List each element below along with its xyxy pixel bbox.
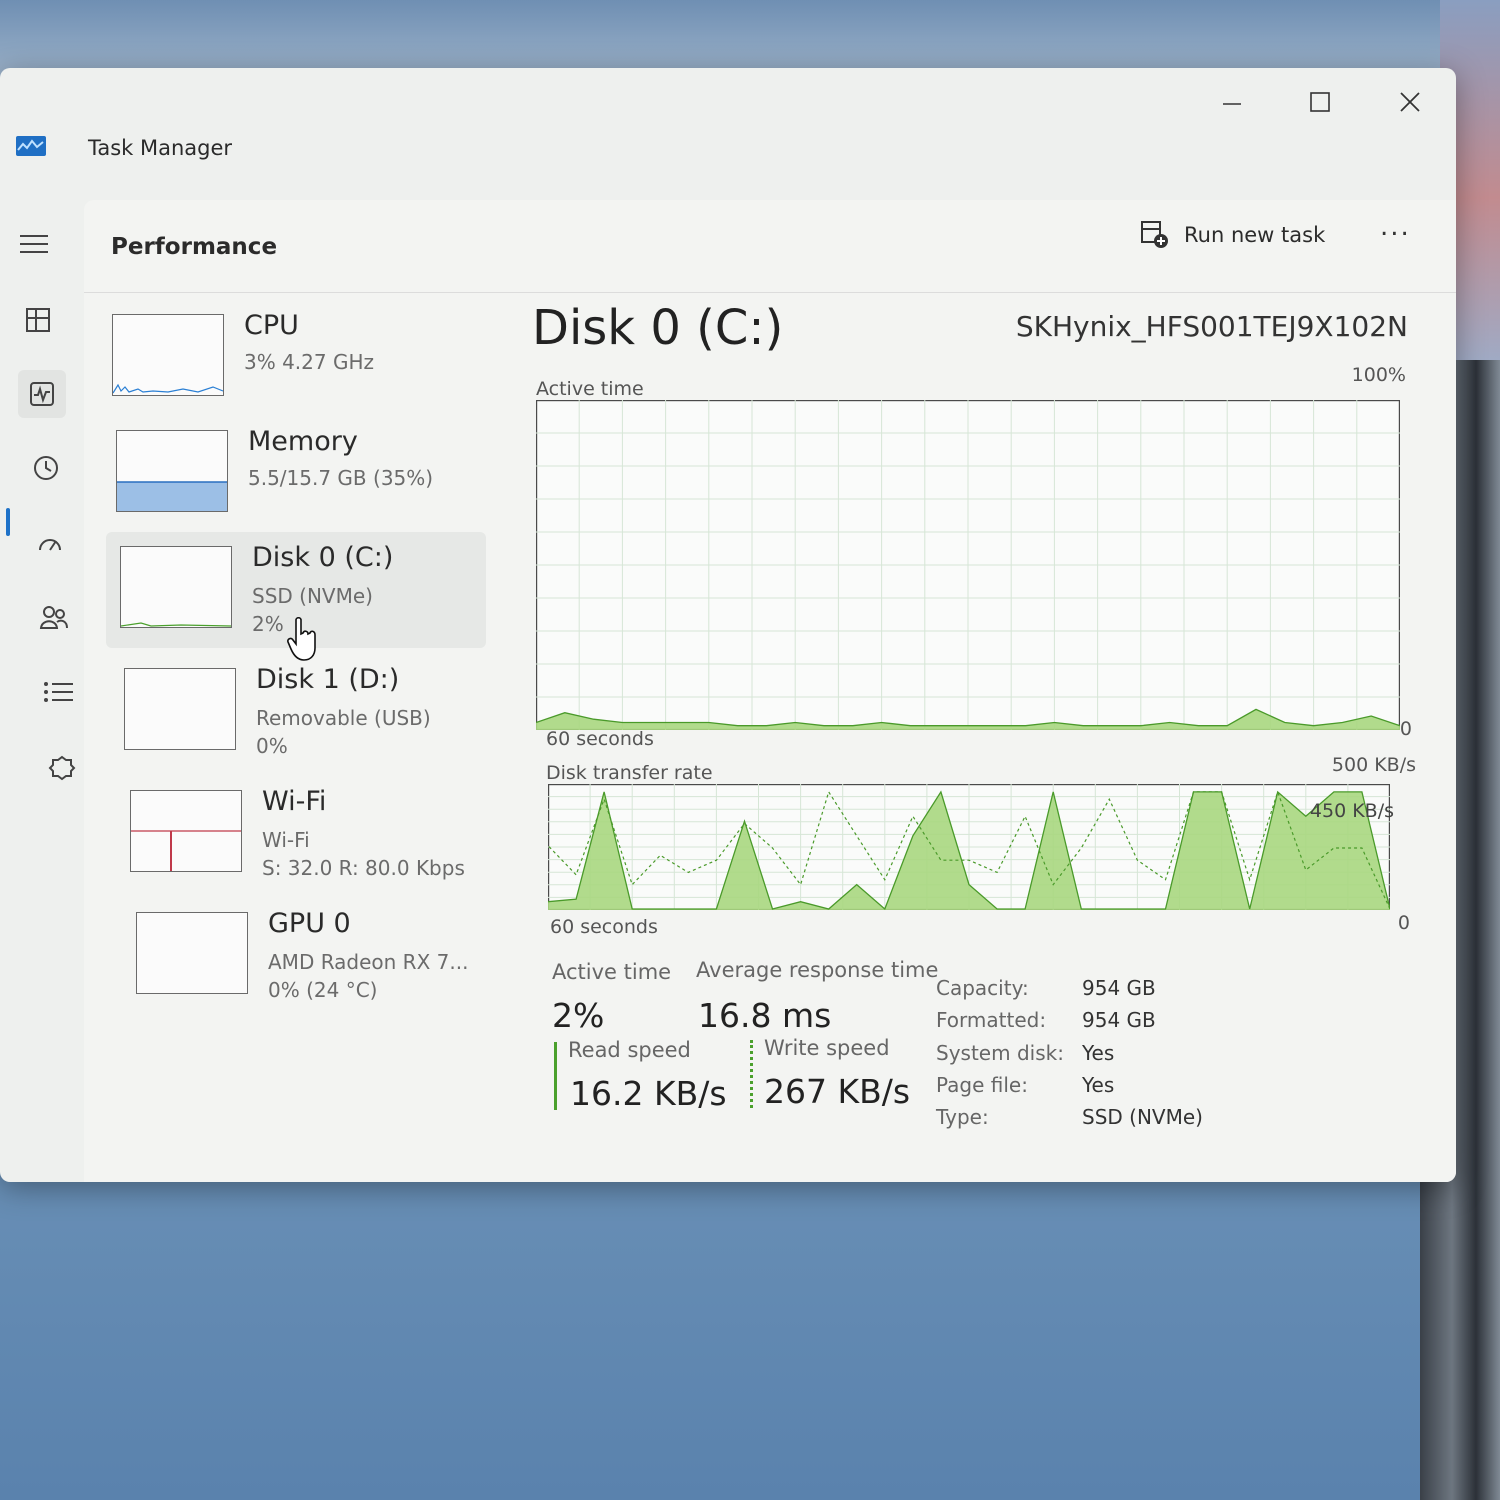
device-name: Disk 1 (D:) xyxy=(256,664,400,695)
device-detail: AMD Radeon RX 7... xyxy=(268,950,469,974)
formatted-value: 954 GB xyxy=(1082,1008,1156,1032)
capacity-label: Capacity: xyxy=(936,976,1029,1000)
transfer-rate-zero-label: 0 xyxy=(1397,912,1410,934)
page-file-label: Page file: xyxy=(936,1073,1028,1097)
gpu-mini-graph xyxy=(136,912,248,994)
device-gpu-0[interactable]: GPU 0 AMD Radeon RX 7... 0% (24 °C) xyxy=(122,898,502,1014)
formatted-label: Formatted: xyxy=(936,1008,1047,1032)
read-speed-value: 16.2 KB/s xyxy=(570,1074,727,1113)
transfer-rate-chart-label: Disk transfer rate xyxy=(546,762,713,784)
device-name: GPU 0 xyxy=(268,908,351,939)
system-disk-label: System disk: xyxy=(936,1041,1064,1065)
active-time-chart xyxy=(536,400,1400,730)
device-name: Wi-Fi xyxy=(262,786,327,817)
active-nav-indicator xyxy=(6,508,10,536)
close-icon xyxy=(1400,92,1420,112)
avg-response-value: 16.8 ms xyxy=(698,996,832,1035)
wifi-mini-graph xyxy=(130,790,242,872)
device-wifi[interactable]: Wi-Fi Wi-Fi S: 32.0 R: 80.0 Kbps xyxy=(116,776,496,892)
history-icon xyxy=(34,456,58,480)
device-name: CPU xyxy=(244,310,299,341)
device-usage: 0% xyxy=(256,734,288,758)
device-detail: Removable (USB) xyxy=(256,706,431,730)
device-usage: 2% xyxy=(252,612,284,636)
more-options-button[interactable]: ... xyxy=(1380,212,1411,242)
capacity-value: 954 GB xyxy=(1082,976,1156,1000)
maximize-icon xyxy=(1310,92,1330,112)
disk-0-mini-graph xyxy=(120,546,232,628)
main-content: Performance Run new task ... CPU 3% 4.27… xyxy=(84,200,1456,1182)
task-manager-window: Task Manager Performance Run new task ..… xyxy=(0,68,1456,1182)
hand-cursor-icon xyxy=(287,616,316,661)
maximize-button[interactable] xyxy=(1298,82,1342,122)
transfer-rate-chart xyxy=(548,784,1390,910)
memory-mini-graph xyxy=(116,430,228,512)
active-time-stat-value: 2% xyxy=(552,996,605,1035)
write-speed-label: Write speed xyxy=(764,1036,890,1060)
read-speed-legend-line xyxy=(554,1042,557,1110)
close-button[interactable] xyxy=(1388,82,1432,122)
type-label: Type: xyxy=(936,1105,989,1129)
window-title: Task Manager xyxy=(88,136,233,160)
nav-users[interactable] xyxy=(30,594,78,642)
disk-title: Disk 0 (C:) xyxy=(532,300,784,356)
minimize-button[interactable] xyxy=(1210,82,1254,122)
nav-details[interactable] xyxy=(34,668,82,716)
type-value: SSD (NVMe) xyxy=(1082,1105,1203,1129)
system-disk-value: Yes xyxy=(1082,1041,1115,1065)
active-time-x-label: 60 seconds xyxy=(546,728,654,750)
device-cpu[interactable]: CPU 3% 4.27 GHz xyxy=(98,300,478,416)
users-icon xyxy=(39,606,68,629)
active-time-stat-label: Active time xyxy=(552,960,672,984)
device-memory[interactable]: Memory 5.5/15.7 GB (35%) xyxy=(102,416,482,532)
nav-app-history[interactable] xyxy=(22,444,70,492)
nav-processes[interactable] xyxy=(14,296,62,344)
minimize-icon xyxy=(1223,103,1241,105)
cpu-mini-graph xyxy=(112,314,224,396)
page-header: Performance Run new task ... xyxy=(84,200,1456,293)
active-time-max-label: 100% xyxy=(1351,364,1406,386)
hamburger-icon xyxy=(20,235,48,253)
active-time-chart-label: Active time xyxy=(536,378,644,400)
page-title: Performance xyxy=(111,234,278,260)
nav-services[interactable] xyxy=(38,744,86,792)
transfer-rate-x-label: 60 seconds xyxy=(550,916,658,938)
read-speed-label: Read speed xyxy=(568,1038,691,1062)
nav-performance[interactable] xyxy=(18,370,66,418)
nav-startup-apps[interactable] xyxy=(26,520,74,568)
device-usage: S: 32.0 R: 80.0 Kbps xyxy=(262,856,465,880)
services-icon xyxy=(48,755,76,781)
performance-icon xyxy=(30,382,54,406)
speedometer-icon xyxy=(39,539,61,551)
transfer-rate-mid-label: 450 KB/s xyxy=(1309,800,1394,822)
device-detail: Wi-Fi xyxy=(262,828,310,852)
disk-model: SKHynix_HFS001TEJ9X102N xyxy=(1015,310,1408,343)
avg-response-label: Average response time xyxy=(696,958,939,982)
write-speed-value: 267 KB/s xyxy=(764,1072,911,1111)
device-name: Memory xyxy=(248,426,358,457)
device-detail: SSD (NVMe) xyxy=(252,584,373,608)
device-name: Disk 0 (C:) xyxy=(252,542,394,573)
processes-icon xyxy=(26,308,50,332)
disk-1-mini-graph xyxy=(124,668,236,750)
page-file-value: Yes xyxy=(1082,1073,1115,1097)
active-time-zero-label: 0 xyxy=(1399,718,1412,740)
list-icon xyxy=(44,682,73,702)
device-detail: 5.5/15.7 GB (35%) xyxy=(248,466,434,490)
title-bar[interactable]: Task Manager xyxy=(0,68,1456,188)
run-new-task-icon xyxy=(1141,221,1168,248)
write-speed-legend-line xyxy=(750,1040,753,1108)
run-new-task-label: Run new task xyxy=(1184,223,1326,247)
run-new-task-button[interactable]: Run new task xyxy=(1140,212,1325,258)
transfer-rate-max-label: 500 KB/s xyxy=(1331,754,1416,776)
device-usage: 0% (24 °C) xyxy=(268,978,378,1002)
device-disk-1[interactable]: Disk 1 (D:) Removable (USB) 0% xyxy=(110,654,490,770)
task-manager-app-icon xyxy=(16,136,46,156)
hamburger-menu-button[interactable] xyxy=(10,220,58,268)
device-detail: 3% 4.27 GHz xyxy=(244,350,375,374)
